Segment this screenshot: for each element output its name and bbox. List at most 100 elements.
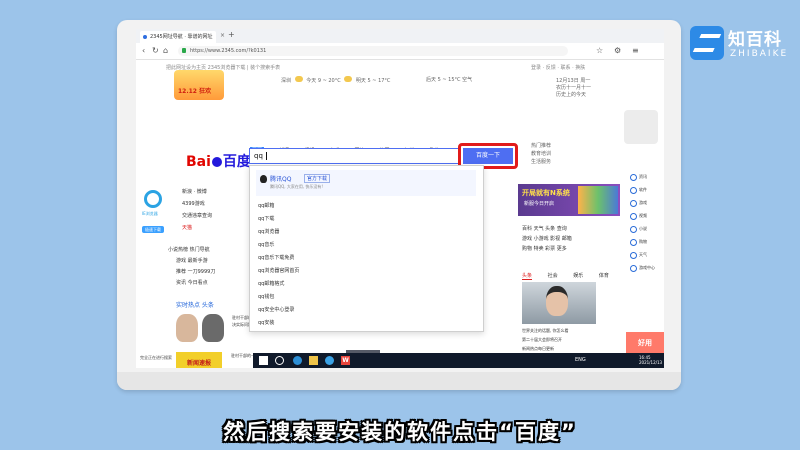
url-input[interactable]: https://www.2345.com/?k0131 (178, 46, 568, 56)
search-button[interactable]: 百度一下 (463, 148, 513, 164)
suggestion-top[interactable]: 腾讯QQ 官方下载 腾讯QQ, 大家在用, 快乐没有! (256, 170, 476, 196)
favorite-icon[interactable]: ☆ (596, 46, 603, 55)
game-subtitle: 新服今日开启 (524, 201, 555, 207)
tab-society[interactable]: 社会 (548, 273, 558, 279)
nav-item[interactable]: 游戏中心 (630, 261, 655, 274)
new-tab-icon[interactable]: + (228, 30, 235, 39)
news-photo[interactable] (522, 282, 596, 324)
suggestion-item[interactable]: qq邮箱 (258, 202, 274, 209)
logo-du: 百度 (222, 154, 251, 170)
side-link[interactable]: 热门推荐 (531, 142, 551, 150)
circle-icon (630, 199, 637, 207)
weather-day: 明天 (355, 78, 366, 84)
list-item[interactable]: 世界关注的话题, 你怎么看 (522, 326, 569, 335)
suggestion-item[interactable]: qq音乐下载免费 (258, 254, 294, 261)
clock[interactable]: 16:45 2021/12/13 (639, 355, 662, 365)
url-text: https://www.2345.com/?k0131 (190, 48, 267, 54)
taskbar: W ENG 16:45 2021/12/13 (253, 353, 664, 368)
nav-label: 视频 (639, 213, 647, 218)
wps-icon[interactable]: W (341, 356, 350, 365)
nav-item[interactable]: 视频 (630, 209, 655, 222)
nav-item[interactable]: 购物 (630, 235, 655, 248)
circle-icon (630, 238, 637, 246)
nav-label: 天气 (639, 252, 647, 257)
site-link[interactable]: 新浪 · 微博 (182, 186, 212, 198)
lunar-date: 农历十一月十一 (556, 85, 592, 91)
history-link[interactable]: 历史上的今天 (556, 92, 591, 99)
official-download-tag[interactable]: 官方下载 (304, 174, 331, 183)
extension-icon[interactable]: ⚙ (614, 46, 621, 55)
address-bar: ‹ ↻ ⌂ https://www.2345.com/?k0131 ☆ ⚙ ≡ (136, 43, 664, 60)
side-banner[interactable]: 好用 (626, 332, 664, 354)
site-link[interactable]: 4399游戏 (182, 198, 212, 210)
search-input[interactable]: qq (249, 148, 459, 164)
menu-icon[interactable]: ≡ (632, 46, 639, 55)
ie-browser-icon[interactable] (144, 190, 162, 208)
nav-item[interactable]: 资讯 (630, 170, 655, 183)
list-item[interactable]: 游戏 最新手游 (176, 256, 215, 267)
windows-start-icon[interactable] (259, 356, 268, 365)
edge-icon[interactable] (293, 356, 302, 365)
side-link[interactable]: 教育培训 (531, 150, 551, 158)
link-row[interactable]: 购物 特卖 彩票 更多 (522, 244, 572, 254)
suggestion-title: 腾讯QQ (270, 176, 292, 183)
search-icon[interactable] (275, 356, 284, 365)
home-icon[interactable]: ⌂ (163, 46, 168, 55)
nav-item[interactable]: 游戏 (630, 196, 655, 209)
promo-banner[interactable]: 12.12 狂欢 (174, 70, 224, 100)
close-icon[interactable]: × (220, 32, 225, 39)
list-item[interactable]: 新闻热点每日更新 (522, 344, 569, 353)
air-quality: 空气 (462, 77, 473, 83)
suggestion-item[interactable]: qq安全中心登录 (258, 306, 294, 313)
list-item[interactable]: 资讯 今日看点 (176, 278, 215, 289)
page-content: 把此网址设为主页 2345浏览器下载 | 装个搜索手表 登录 · 反馈 · 联系… (136, 60, 664, 368)
browser-tab[interactable]: 2345网址导航 · 靠谱的网址导航 (140, 31, 216, 52)
baidu-logo[interactable]: Bai 百度 (186, 151, 251, 171)
list-item[interactable]: 第二十届大会即将召开 (522, 335, 569, 344)
news-photo[interactable] (202, 314, 224, 342)
weather-widget[interactable]: 深圳 今天 9 ~ 20°C 明天 5 ~ 17°C (281, 76, 390, 85)
ie-download-button[interactable]: 极速下载 (142, 226, 164, 233)
list-item[interactable]: 推荐 一刀9999刀 (176, 267, 215, 278)
input-method[interactable]: ENG (575, 357, 586, 363)
top-right-links[interactable]: 登录 · 反馈 · 联系 · 换肤 (531, 64, 585, 71)
clock-date: 2021/12/13 (639, 360, 663, 365)
weather-city: 深圳 (281, 78, 292, 84)
side-link[interactable]: 生活服务 (531, 158, 551, 166)
brand-logo-icon (690, 26, 724, 60)
back-icon[interactable]: ‹ (142, 46, 145, 55)
nav-item[interactable]: 小说 (630, 222, 655, 235)
nav-label: 资讯 (639, 174, 647, 179)
brand-name-en: ZHIBAIKE (730, 49, 789, 59)
tab-entertainment[interactable]: 娱乐 (573, 273, 583, 279)
news-title[interactable]: 实时热点 头条 (176, 300, 214, 309)
suggestion-item[interactable]: qq浏览器 (258, 228, 279, 235)
tab-sports[interactable]: 体育 (599, 273, 609, 279)
lock-icon (182, 48, 186, 53)
site-link[interactable]: 天猫 (182, 222, 212, 234)
suggestion-item[interactable]: qq下载 (258, 215, 274, 222)
suggestion-item[interactable]: qq邮箱格式 (258, 280, 284, 287)
news-photo[interactable] (176, 314, 198, 342)
hot-header[interactable]: 小说热榜 热门导航 (168, 246, 210, 253)
link-row[interactable]: 百科 天气 头条 查询 (522, 224, 572, 234)
circle-icon (630, 264, 637, 272)
portrait-image (546, 286, 568, 316)
nav-item[interactable]: 软件 (630, 183, 655, 196)
suggestion-item[interactable]: qq钱包 (258, 293, 274, 300)
folder-icon[interactable] (309, 356, 318, 365)
link-row[interactable]: 游戏 小游戏 影视 邮箱 (522, 234, 572, 244)
site-link[interactable]: 交通违章查询 (182, 210, 212, 222)
suggestion-item[interactable]: qq音乐 (258, 241, 274, 248)
date-info: 12月13日 周一 农历十一月十一 历史上的今天 (556, 78, 591, 99)
suggestion-item[interactable]: qq安装 (258, 319, 274, 326)
date-text: 12月13日 周一 (556, 78, 591, 84)
nav-label: 游戏 (639, 200, 647, 205)
game-ad[interactable]: 开局就有N系统 新服今日开启 (518, 184, 620, 216)
tab-headline[interactable]: 头条 (522, 273, 533, 280)
suggestion-item[interactable]: qq浏览器官网首页 (258, 267, 299, 274)
ie-icon[interactable] (325, 356, 334, 365)
refresh-icon[interactable]: ↻ (152, 46, 159, 55)
nav-item[interactable]: 天气 (630, 248, 655, 261)
side-links: 热门推荐 教育培训 生活服务 (531, 142, 551, 166)
